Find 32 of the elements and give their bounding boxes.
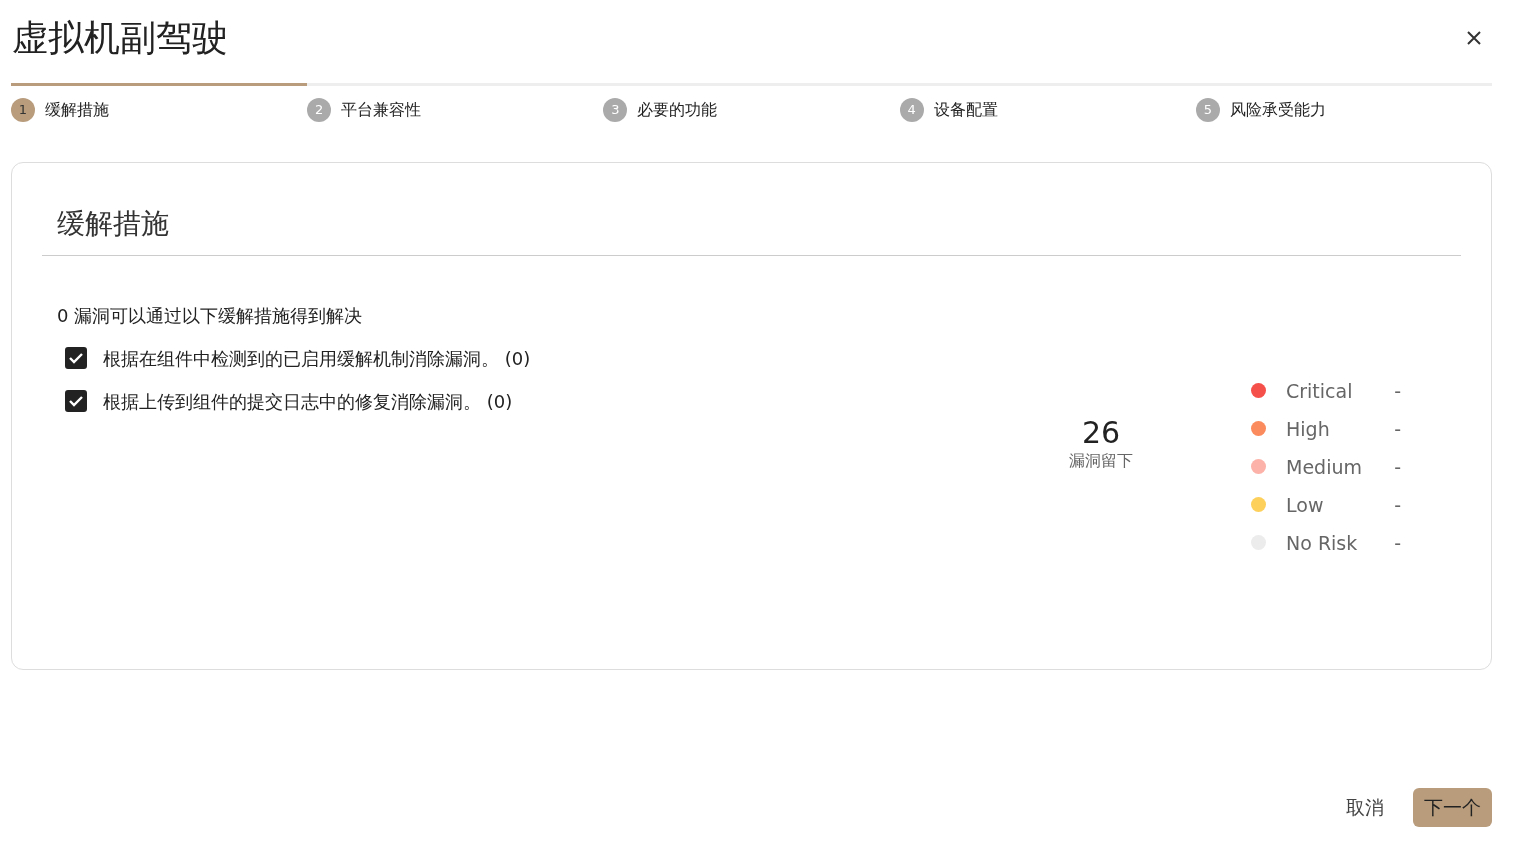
step-tab[interactable]: 平台兼容性 — [341, 98, 422, 123]
checkbox[interactable] — [65, 390, 87, 413]
checkbox-label: 根据上传到组件的提交日志中的修复消除漏洞。 (0) — [103, 389, 513, 414]
summary-text: 0 漏洞可以通过以下缓解措施得到解决 — [57, 303, 364, 328]
severity-value: - — [1393, 378, 1401, 404]
step-tab[interactable]: 风险承受能力 — [1229, 98, 1326, 123]
step-number-badge: 1 — [11, 98, 35, 123]
step-tab[interactable]: 设备配置 — [933, 98, 998, 123]
severity-label: No Risk — [1286, 530, 1358, 556]
checkbox[interactable] — [65, 347, 87, 370]
severity-label: High — [1286, 416, 1330, 442]
window-title: 虚拟机副驾驶 — [12, 16, 228, 60]
next-button[interactable]: 下一个 — [1413, 788, 1492, 827]
remaining-label: 漏洞留下 — [1068, 449, 1134, 472]
step-number-badge: 4 — [899, 98, 924, 123]
step-number-badge: 3 — [603, 98, 628, 123]
step-number-badge: 5 — [1195, 98, 1220, 123]
severity-label: Critical — [1286, 378, 1353, 404]
panel-title: 缓解措施 — [42, 163, 1461, 256]
severity-label: Medium — [1286, 454, 1362, 480]
severity-value: - — [1393, 454, 1401, 480]
step-number-badge: 2 — [307, 98, 332, 123]
step-tab[interactable]: 缓解措施 — [45, 98, 109, 123]
remaining-count: 26 — [1080, 415, 1122, 449]
close-icon[interactable] — [1466, 29, 1482, 46]
severity-label: Low — [1286, 492, 1324, 518]
step-tab[interactable]: 必要的功能 — [637, 98, 718, 123]
cancel-button[interactable]: 取消 — [1333, 786, 1397, 829]
severity-value: - — [1393, 492, 1401, 518]
severity-value: - — [1393, 530, 1401, 556]
checkbox-label: 根据在组件中检测到的已启用缓解机制消除漏洞。 (0) — [103, 346, 531, 371]
severity-value: - — [1393, 416, 1401, 442]
